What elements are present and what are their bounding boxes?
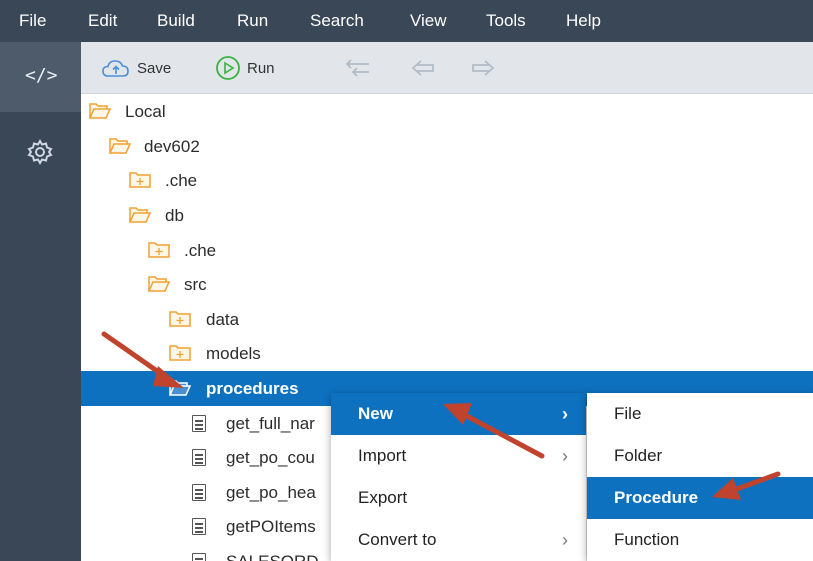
- menu-item-convert-to[interactable]: Convert to ›: [331, 519, 586, 561]
- menu-view[interactable]: View: [410, 0, 447, 42]
- folder-open-icon: [168, 379, 192, 397]
- toolbar: Save Run: [81, 42, 813, 94]
- code-icon: </>: [25, 65, 58, 86]
- folder-open-icon: [88, 102, 112, 120]
- tree-node-label: Local: [125, 102, 166, 121]
- run-button[interactable]: Run: [215, 42, 275, 94]
- tree-node-label: src: [184, 275, 207, 294]
- chevron-right-icon: ›: [562, 446, 568, 466]
- tree-node-label: procedures: [206, 379, 299, 398]
- menu-run[interactable]: Run: [237, 0, 268, 42]
- tree-node-label: get_po_cou: [226, 448, 315, 467]
- menu-item-export[interactable]: Export: [331, 477, 586, 519]
- menu-item-label: Convert to: [358, 530, 437, 549]
- tree-node-src[interactable]: src: [81, 267, 813, 302]
- sidebar-item-development[interactable]: </>: [0, 42, 81, 112]
- tree-node-label: models: [206, 344, 261, 363]
- tree-node-label: get_full_nar: [226, 414, 315, 433]
- play-icon: [215, 55, 241, 81]
- file-icon: [192, 449, 206, 466]
- submenu-item-function[interactable]: Function: [587, 519, 813, 561]
- gear-icon: [26, 138, 54, 171]
- folder-closed-icon: [169, 344, 191, 362]
- file-icon: [192, 484, 206, 501]
- collapse-all-icon[interactable]: [343, 56, 373, 85]
- file-icon: [192, 415, 206, 432]
- run-label: Run: [247, 59, 275, 77]
- sidebar-item-settings[interactable]: [0, 130, 81, 174]
- file-icon: [192, 553, 206, 561]
- tree-node-che[interactable]: .che: [81, 163, 813, 198]
- folder-closed-icon: [148, 241, 170, 259]
- tree-node-label: get_po_hea: [226, 483, 316, 502]
- menu-edit[interactable]: Edit: [88, 0, 117, 42]
- tree-node-models[interactable]: models: [81, 336, 813, 371]
- save-label: Save: [137, 59, 172, 77]
- tree-node-label: data: [206, 310, 240, 329]
- folder-open-icon: [108, 137, 132, 155]
- menu-item-label: Import: [358, 446, 407, 465]
- tree-node-label: SALESORD: [226, 544, 319, 561]
- menu-item-new[interactable]: New ›: [331, 393, 586, 435]
- menu-item-label: Procedure: [614, 488, 699, 507]
- tree-node-db-che[interactable]: .che: [81, 233, 813, 268]
- chevron-right-icon: ›: [562, 404, 568, 424]
- tree-node-dev602[interactable]: dev602: [81, 129, 813, 164]
- folder-open-icon: [128, 206, 152, 224]
- file-icon: [192, 518, 206, 535]
- tree-node-label: getPOItems: [226, 517, 316, 536]
- tree-node-label: .che: [165, 171, 198, 190]
- menu-file[interactable]: File: [19, 0, 46, 42]
- menu-item-import[interactable]: Import ›: [331, 435, 586, 477]
- submenu-item-procedure[interactable]: Procedure: [587, 477, 813, 519]
- menu-item-label: Export: [358, 488, 408, 507]
- menu-item-label: New: [358, 404, 393, 423]
- tree-node-data[interactable]: data: [81, 302, 813, 337]
- menu-help[interactable]: Help: [566, 0, 601, 42]
- menu-tools[interactable]: Tools: [486, 0, 526, 42]
- tree-node-label: .che: [184, 241, 217, 260]
- back-icon[interactable]: [407, 56, 437, 85]
- tree-node-local[interactable]: Local: [81, 94, 813, 129]
- menu-bar: File Edit Build Run Search View Tools He…: [0, 0, 813, 42]
- menu-item-label: Folder: [614, 446, 663, 465]
- menu-item-label: File: [614, 404, 642, 423]
- new-submenu: File Folder Procedure Function: [587, 393, 813, 561]
- forward-icon[interactable]: [469, 56, 499, 85]
- cloud-upload-icon: [101, 57, 131, 79]
- folder-closed-icon: [169, 310, 191, 328]
- tree-node-db[interactable]: db: [81, 198, 813, 233]
- folder-open-icon: [147, 275, 171, 293]
- submenu-item-folder[interactable]: Folder: [587, 435, 813, 477]
- save-button[interactable]: Save: [101, 42, 171, 94]
- menu-build[interactable]: Build: [157, 0, 195, 42]
- chevron-right-icon: ›: [562, 530, 568, 550]
- menu-search[interactable]: Search: [310, 0, 364, 42]
- tree-node-label: db: [165, 206, 184, 225]
- menu-item-label: Function: [614, 530, 680, 549]
- folder-closed-icon: [129, 171, 151, 189]
- activity-bar: </>: [0, 42, 81, 561]
- context-menu: New › Import › Export Convert to ›: [331, 393, 586, 561]
- tree-node-label: dev602: [144, 137, 200, 156]
- submenu-item-file[interactable]: File: [587, 393, 813, 435]
